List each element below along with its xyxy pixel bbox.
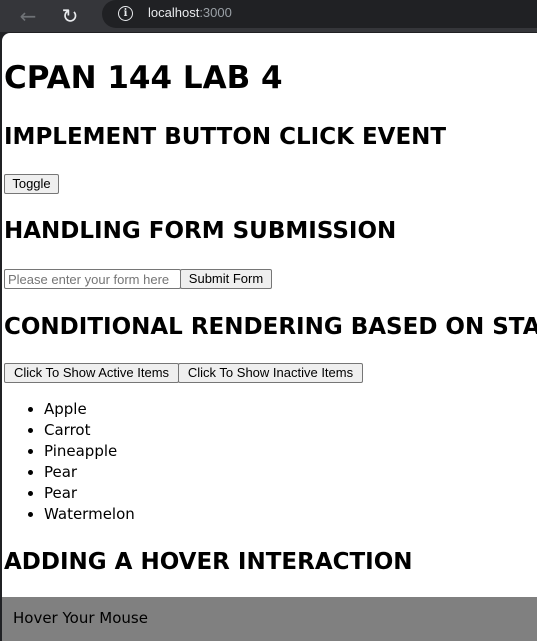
- list-item: Carrot: [44, 420, 135, 441]
- show-active-items-button[interactable]: Click To Show Active Items: [4, 363, 179, 383]
- list-item: Apple: [44, 399, 135, 420]
- list-item: Pear: [44, 462, 135, 483]
- items-list: Apple Carrot Pineapple Pear Pear Waterme…: [4, 399, 135, 525]
- hover-interaction-heading: ADDING A HOVER INTERACTION: [4, 549, 413, 575]
- hover-box-label: Hover Your Mouse: [13, 609, 148, 627]
- show-inactive-items-button[interactable]: Click To Show Inactive Items: [178, 363, 363, 383]
- info-icon[interactable]: i: [118, 6, 133, 21]
- page-title: CPAN 144 LAB 4: [4, 60, 283, 96]
- submit-form-button[interactable]: Submit Form: [180, 269, 272, 289]
- list-item: Watermelon: [44, 504, 135, 525]
- list-item: Pear: [44, 483, 135, 504]
- back-arrow-icon[interactable]: ←: [16, 4, 40, 28]
- button-click-heading: IMPLEMENT BUTTON CLICK EVENT: [4, 124, 447, 150]
- url-host: localhost: [148, 5, 200, 20]
- toggle-button[interactable]: Toggle: [4, 174, 59, 194]
- page-viewport: CPAN 144 LAB 4 IMPLEMENT BUTTON CLICK EV…: [2, 33, 537, 641]
- reload-icon[interactable]: ↻: [58, 4, 82, 28]
- browser-toolbar: ← ↻ i localhost:3000: [0, 0, 537, 32]
- list-item: Pineapple: [44, 441, 135, 462]
- address-bar[interactable]: i localhost:3000: [102, 0, 537, 28]
- form-input[interactable]: [4, 269, 181, 289]
- hover-box[interactable]: Hover Your Mouse: [2, 597, 537, 641]
- url-text: localhost:3000: [148, 5, 232, 20]
- conditional-rendering-heading: CONDITIONAL RENDERING BASED ON STATE: [4, 314, 537, 340]
- url-port: :3000: [199, 5, 232, 20]
- form-submission-heading: HANDLING FORM SUBMISSION: [4, 218, 397, 244]
